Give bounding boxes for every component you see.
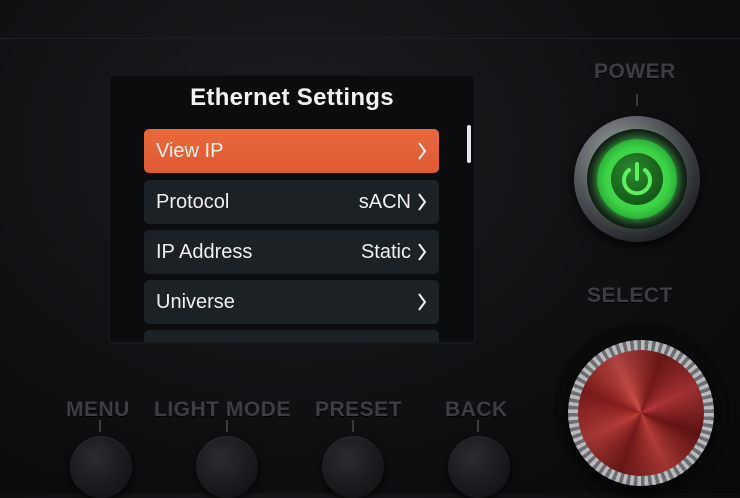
preset-button[interactable] bbox=[322, 436, 384, 498]
light-mode-button-label: LIGHT MODE bbox=[154, 398, 291, 421]
power-tick bbox=[636, 94, 638, 106]
menu-item-view-ip[interactable]: View IP bbox=[144, 129, 439, 173]
menu-item-label: Protocol bbox=[156, 190, 230, 213]
chevron-right-icon bbox=[418, 142, 427, 160]
menu-item-next[interactable] bbox=[144, 330, 439, 342]
chevron-right-icon bbox=[418, 293, 427, 311]
menu-button[interactable] bbox=[70, 436, 132, 498]
menu-item-label: Universe bbox=[156, 290, 235, 313]
select-knob-face bbox=[578, 350, 704, 476]
preset-tick bbox=[352, 420, 354, 432]
power-label: POWER bbox=[594, 60, 676, 83]
menu-item-label: IP Address bbox=[156, 240, 253, 263]
menu-item-value: sACN bbox=[358, 190, 411, 213]
menu-item-ip-address[interactable]: IP Address Static bbox=[144, 230, 439, 274]
power-button[interactable] bbox=[574, 116, 700, 242]
menu-item-label: View IP bbox=[156, 139, 224, 162]
scrollbar[interactable] bbox=[467, 125, 471, 163]
select-label: SELECT bbox=[587, 284, 673, 307]
lcd-screen: Ethernet Settings View IP Protocol sACN … bbox=[110, 76, 474, 342]
light-mode-tick bbox=[226, 420, 228, 432]
menu-item-value: Static bbox=[360, 240, 411, 263]
chevron-right-icon bbox=[418, 193, 427, 211]
preset-button-label: PRESET bbox=[315, 398, 403, 421]
back-button-label: BACK bbox=[445, 398, 508, 421]
back-tick bbox=[477, 420, 479, 432]
back-button[interactable] bbox=[448, 436, 510, 498]
light-mode-button[interactable] bbox=[196, 436, 258, 498]
menu-tick bbox=[99, 420, 101, 432]
screen-title: Ethernet Settings bbox=[190, 84, 394, 111]
panel-seam bbox=[0, 38, 740, 39]
menu-item-protocol[interactable]: Protocol sACN bbox=[144, 180, 439, 224]
power-button-face bbox=[611, 153, 663, 205]
power-led-ring bbox=[597, 139, 677, 219]
menu-button-label: MENU bbox=[66, 398, 130, 421]
power-button-inner bbox=[587, 129, 687, 229]
menu-item-universe[interactable]: Universe bbox=[144, 280, 439, 324]
select-knob[interactable] bbox=[568, 340, 714, 486]
power-icon bbox=[622, 162, 652, 196]
chevron-right-icon bbox=[418, 243, 427, 261]
